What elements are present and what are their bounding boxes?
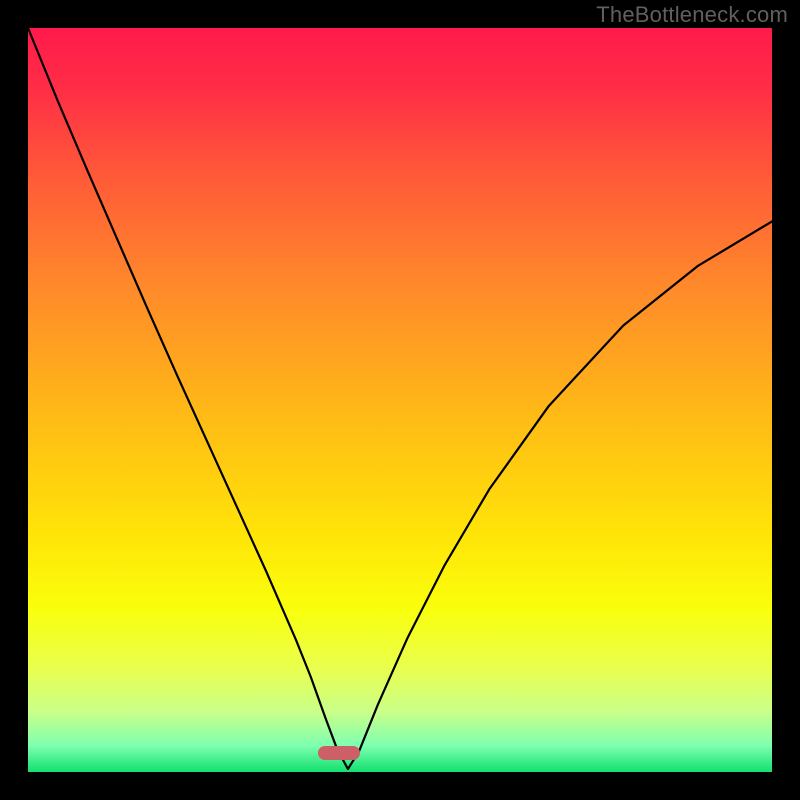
min-marker xyxy=(318,746,360,760)
watermark-text: TheBottleneck.com xyxy=(596,2,788,28)
stage: TheBottleneck.com xyxy=(0,0,800,800)
plot-frame xyxy=(28,28,772,772)
gradient-rect xyxy=(28,28,772,772)
plot-svg xyxy=(28,28,772,772)
